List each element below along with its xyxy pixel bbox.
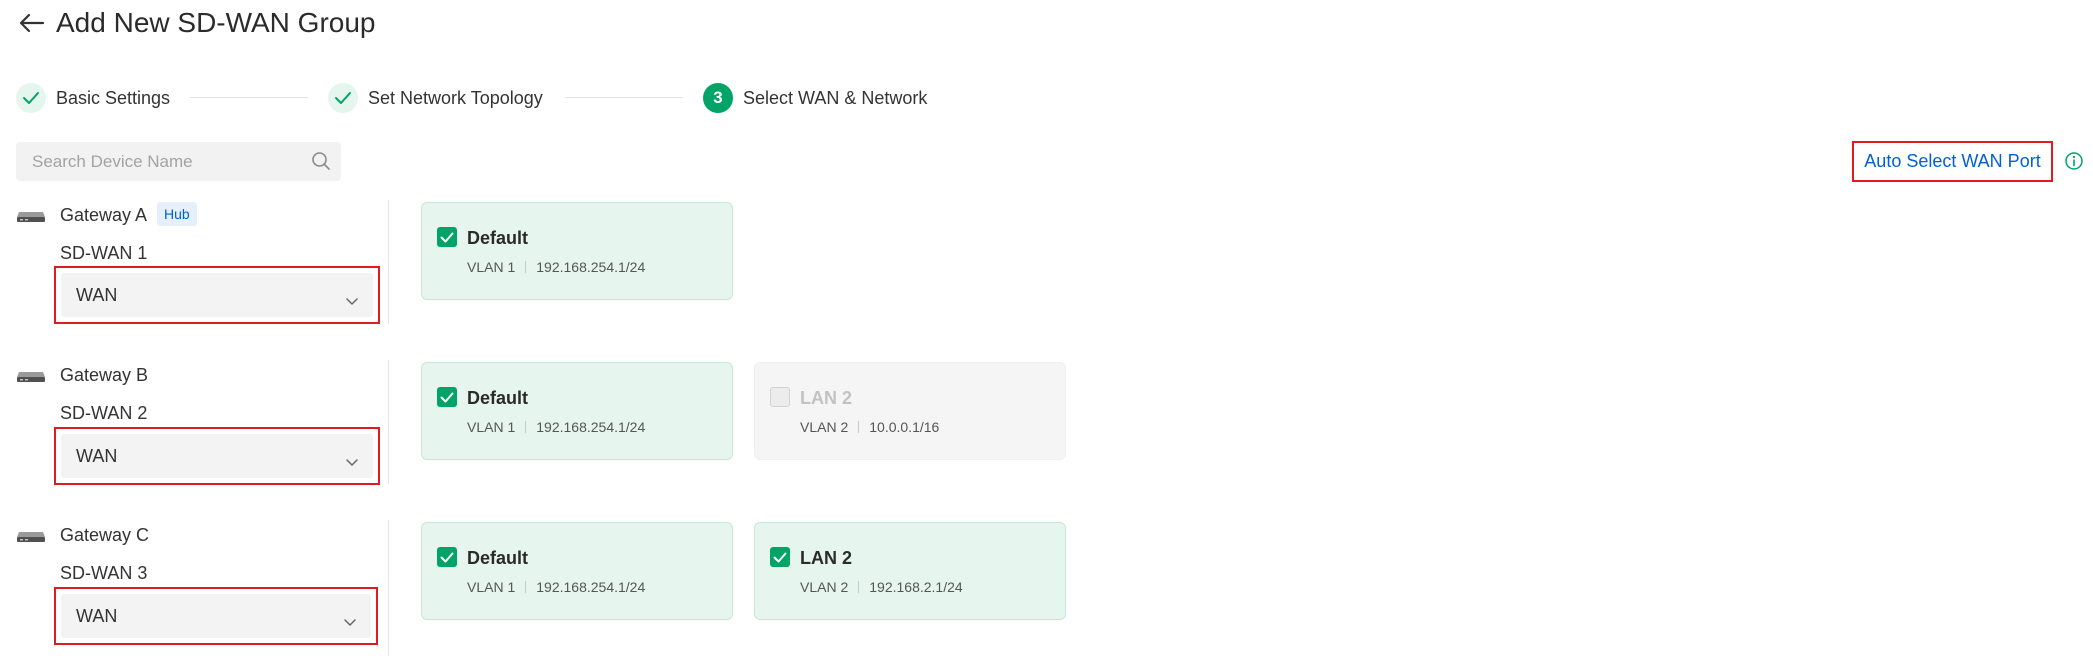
gateway-name: Gateway C <box>60 525 150 545</box>
sdwan-label: SD-WAN 2 <box>60 403 148 423</box>
step-set-network-topology[interactable]: Set Network Topology <box>328 82 543 114</box>
search-icon[interactable] <box>311 151 331 176</box>
sdwan-label: SD-WAN 1 <box>60 243 148 263</box>
back-arrow-icon[interactable] <box>14 8 50 38</box>
network-name: Default <box>467 548 529 568</box>
wan-port-select[interactable]: WAN <box>61 594 371 638</box>
vlan-id: VLAN 1 <box>467 259 516 275</box>
network-card-default: Default VLAN 1 192.168.254.1/24 <box>421 522 733 620</box>
step-label: Set Network Topology <box>368 87 543 108</box>
auto-select-wan-port-button[interactable]: Auto Select WAN Port <box>1852 141 2053 182</box>
sdwan-label: SD-WAN 3 <box>60 563 148 583</box>
network-checkbox[interactable] <box>437 547 457 567</box>
vlan-id: VLAN 1 <box>467 579 516 595</box>
column-divider <box>388 520 389 656</box>
network-card-default: Default VLAN 1 192.168.254.1/24 <box>421 362 733 460</box>
chevron-down-icon <box>343 611 357 632</box>
gateway-name: Gateway A <box>60 205 148 225</box>
search-input[interactable] <box>16 142 296 181</box>
column-divider <box>388 360 389 484</box>
network-checkbox[interactable] <box>437 227 457 247</box>
chevron-down-icon <box>345 290 359 311</box>
vlan-id: VLAN 1 <box>467 419 516 435</box>
network-card-lan-2: LAN 2 VLAN 2 192.168.2.1/24 <box>754 522 1066 620</box>
info-icon[interactable] <box>2064 151 2084 176</box>
network-name: LAN 2 <box>800 548 853 568</box>
network-card-lan-2: LAN 2 VLAN 2 10.0.0.1/16 <box>754 362 1066 460</box>
search-box <box>16 142 341 181</box>
step-connector <box>565 97 683 98</box>
hub-badge: Hub <box>157 202 197 226</box>
network-subnet: 10.0.0.1/16 <box>869 419 940 435</box>
vlan-id: VLAN 2 <box>800 579 849 595</box>
check-icon <box>328 83 358 113</box>
gateway-device-icon <box>16 530 46 542</box>
network-subnet: 192.168.2.1/24 <box>869 579 963 595</box>
step-connector <box>190 97 308 98</box>
wan-port-select-highlight: WAN <box>54 427 380 485</box>
step-label: Basic Settings <box>56 87 171 108</box>
network-subnet: 192.168.254.1/24 <box>536 579 646 595</box>
network-name: Default <box>467 228 529 248</box>
chevron-down-icon <box>345 451 359 472</box>
wan-port-select-highlight: WAN <box>54 587 378 645</box>
gateway-device-icon <box>16 210 46 222</box>
column-divider <box>388 200 389 324</box>
gateway-name: Gateway B <box>60 365 149 385</box>
wan-port-value: WAN <box>76 284 118 305</box>
network-info: VLAN 2 192.168.2.1/24 <box>800 578 963 596</box>
wan-port-select[interactable]: WAN <box>61 273 373 317</box>
network-subnet: 192.168.254.1/24 <box>536 259 646 275</box>
network-info: VLAN 2 10.0.0.1/16 <box>800 418 939 436</box>
network-info: VLAN 1 192.168.254.1/24 <box>467 578 645 596</box>
network-subnet: 192.168.254.1/24 <box>536 419 646 435</box>
network-name: Default <box>467 388 529 408</box>
gateway-device-icon <box>16 370 46 382</box>
step-label: Select WAN & Network <box>743 87 928 108</box>
network-name: LAN 2 <box>800 388 853 408</box>
network-card-default: Default VLAN 1 192.168.254.1/24 <box>421 202 733 300</box>
network-checkbox[interactable] <box>770 387 790 407</box>
page-title: Add New SD-WAN Group <box>56 7 376 38</box>
step-basic-settings[interactable]: Basic Settings <box>16 82 170 114</box>
step-select-wan-network[interactable]: 3 Select WAN & Network <box>703 82 927 114</box>
wan-port-value: WAN <box>76 445 118 466</box>
wan-port-value: WAN <box>76 605 118 626</box>
vlan-id: VLAN 2 <box>800 419 849 435</box>
wan-port-select[interactable]: WAN <box>61 434 373 478</box>
wan-port-select-highlight: WAN <box>54 266 380 324</box>
network-checkbox[interactable] <box>770 547 790 567</box>
network-info: VLAN 1 192.168.254.1/24 <box>467 418 645 436</box>
check-icon <box>16 83 46 113</box>
network-checkbox[interactable] <box>437 387 457 407</box>
step-number: 3 <box>703 83 733 113</box>
network-info: VLAN 1 192.168.254.1/24 <box>467 258 645 276</box>
